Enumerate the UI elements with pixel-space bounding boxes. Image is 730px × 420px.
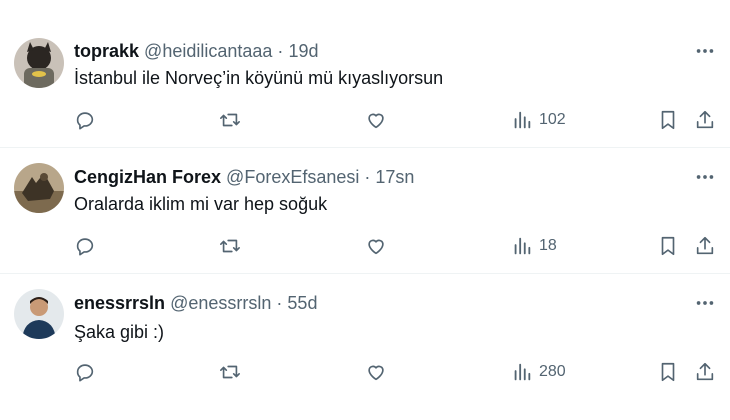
retweet-button[interactable] [219, 107, 241, 133]
bookmark-button[interactable] [657, 359, 679, 385]
bar-chart-icon [514, 237, 531, 255]
handle[interactable]: @heidilicantaaa [144, 41, 272, 61]
display-name[interactable]: CengizHan Forex [74, 167, 221, 187]
reply-button[interactable] [74, 107, 96, 133]
display-name[interactable]: toprakk [74, 41, 139, 61]
reply-button[interactable] [74, 233, 96, 259]
avatar[interactable] [14, 38, 64, 88]
separator: · [277, 41, 284, 61]
tweet-header: toprakk @heidilicantaaa · 19d [74, 40, 318, 62]
heart-icon [368, 365, 384, 381]
more-icon[interactable] [694, 292, 716, 314]
reply-icon [76, 364, 94, 382]
more-icon[interactable] [694, 166, 716, 188]
heart-icon [368, 239, 384, 255]
timestamp[interactable]: 19d [288, 41, 318, 61]
tweet[interactable]: CengizHan Forex @ForexEfsanesi · 17sn Or… [0, 148, 730, 274]
tweet-header: enessrrsln @enessrrsln · 55d [74, 292, 317, 314]
timestamp[interactable]: 17sn [375, 167, 414, 187]
share-icon [696, 110, 714, 129]
avatar[interactable] [14, 163, 64, 213]
views-button[interactable]: 102 [511, 107, 566, 133]
display-name[interactable]: enessrrsln [74, 293, 165, 313]
timestamp[interactable]: 55d [287, 293, 317, 313]
tweet[interactable]: enessrrsln @enessrrsln · 55d Şaka gibi :… [0, 274, 730, 420]
tweet-text: Şaka gibi :) [74, 322, 165, 342]
tweet-text: İstanbul ile Norveç’in köyünü mü kıyaslı… [74, 68, 444, 88]
reply-button[interactable] [74, 359, 96, 385]
bookmark-button[interactable] [657, 233, 679, 259]
bar-chart-icon [514, 363, 531, 381]
tweet[interactable]: toprakk @heidilicantaaa · 19d İstanbul i… [0, 0, 730, 148]
view-count: 102 [539, 111, 566, 128]
tweet-text: Oralarda iklim mi var hep soğuk [74, 194, 328, 214]
views-button[interactable]: 18 [511, 233, 557, 259]
share-icon [696, 362, 714, 381]
separator: · [276, 293, 283, 313]
bookmark-icon [661, 236, 675, 256]
retweet-icon [220, 239, 240, 253]
bookmark-icon [661, 362, 675, 382]
retweet-icon [220, 365, 240, 379]
share-icon [696, 236, 714, 255]
action-bar: 102 [0, 107, 730, 133]
bookmark-button[interactable] [657, 107, 679, 133]
view-count: 280 [539, 363, 566, 380]
like-button[interactable] [365, 233, 387, 259]
action-bar: 280 [0, 359, 730, 385]
bookmark-icon [661, 110, 675, 130]
reply-icon [76, 112, 94, 130]
share-button[interactable] [694, 233, 716, 259]
retweet-button[interactable] [219, 359, 241, 385]
avatar[interactable] [14, 289, 64, 339]
view-count: 18 [539, 237, 557, 254]
share-button[interactable] [694, 359, 716, 385]
tweet-header: CengizHan Forex @ForexEfsanesi · 17sn [74, 166, 414, 188]
share-button[interactable] [694, 107, 716, 133]
handle[interactable]: @enessrrsln [170, 293, 271, 313]
handle[interactable]: @ForexEfsanesi [226, 167, 359, 187]
heart-icon [368, 113, 384, 129]
bar-chart-icon [514, 111, 531, 129]
retweet-icon [220, 113, 240, 127]
separator: · [364, 167, 371, 187]
action-bar: 18 [0, 233, 730, 259]
more-icon[interactable] [694, 40, 716, 62]
views-button[interactable]: 280 [511, 359, 566, 385]
like-button[interactable] [365, 107, 387, 133]
reply-icon [76, 238, 94, 256]
retweet-button[interactable] [219, 233, 241, 259]
like-button[interactable] [365, 359, 387, 385]
